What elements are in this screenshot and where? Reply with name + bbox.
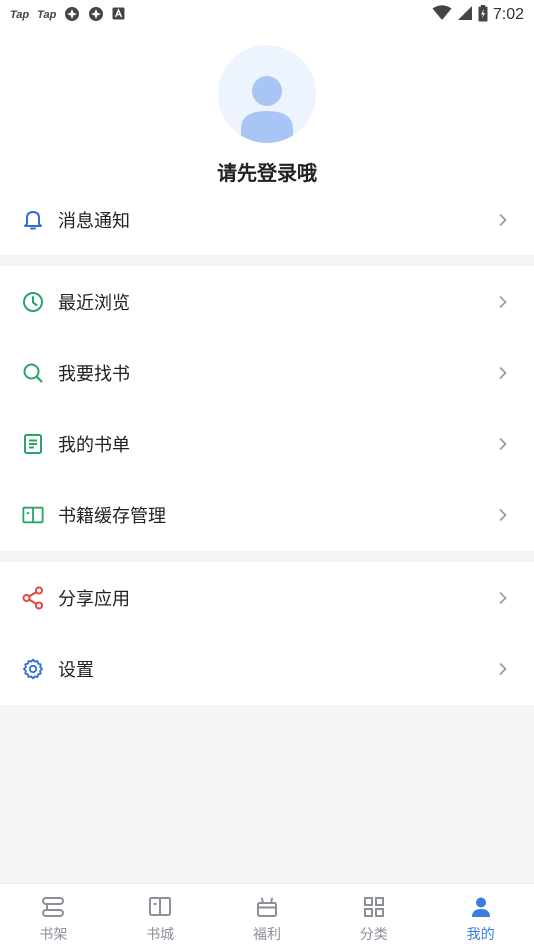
gift-icon: [254, 894, 280, 920]
avatar[interactable]: [218, 45, 316, 143]
menu-label-settings: 设置: [58, 659, 94, 681]
book-open-icon: [22, 504, 44, 526]
tab-bookshelf[interactable]: 书架: [0, 884, 107, 950]
menu-item-settings[interactable]: 设置: [0, 633, 534, 704]
tab-mine[interactable]: 我的: [427, 884, 534, 950]
tab-label: 分类: [359, 927, 388, 943]
default-avatar-icon: [241, 76, 293, 143]
status-left: Tap Tap: [10, 6, 125, 25]
bookshelf-icon: [40, 894, 66, 920]
app-a-notification-icon: [112, 7, 125, 23]
document-list-icon: [22, 433, 44, 455]
login-prompt[interactable]: 请先登录哦: [217, 157, 317, 186]
menu-item-notifications[interactable]: 消息通知: [0, 184, 534, 255]
chevron-right-icon: [499, 591, 507, 604]
book-open-icon: [147, 894, 173, 920]
profile-header: 请先登录哦: [0, 30, 534, 190]
app-notification-icon: [64, 6, 80, 25]
chevron-right-icon: [499, 662, 507, 675]
person-icon: [468, 894, 494, 920]
bottom-tab-bar: 书架 书城 福利 分类 我的: [0, 883, 534, 950]
section-divider: [0, 551, 534, 562]
menu-item-share[interactable]: 分享应用: [0, 562, 534, 633]
tab-label: 福利: [252, 927, 281, 943]
tab-label: 书架: [39, 927, 68, 943]
taptap-notification-icon: Tap: [10, 9, 30, 21]
chevron-right-icon: [499, 437, 507, 450]
search-icon: [22, 362, 44, 384]
tab-label: 我的: [466, 927, 495, 943]
chevron-right-icon: [499, 366, 507, 379]
menu-label-booklist: 我的书单: [58, 434, 130, 456]
signal-icon: [457, 5, 473, 25]
chevron-right-icon: [499, 213, 507, 226]
app-notification-icon: [88, 6, 104, 25]
tab-bookstore[interactable]: 书城: [107, 884, 214, 950]
taptap-notification-icon: Tap: [37, 9, 57, 21]
menu-label-cache: 书籍缓存管理: [58, 505, 166, 527]
menu-item-recent[interactable]: 最近浏览: [0, 266, 534, 337]
wifi-icon: [432, 5, 452, 25]
section-divider: [0, 255, 534, 266]
tab-welfare[interactable]: 福利: [214, 884, 321, 950]
chevron-right-icon: [499, 508, 507, 521]
tab-category[interactable]: 分类: [320, 884, 427, 950]
battery-icon: [478, 4, 488, 26]
clock-icon: [22, 291, 44, 313]
menu-label-notifications: 消息通知: [58, 210, 130, 232]
status-bar: Tap Tap 7:02: [0, 0, 534, 30]
menu-item-cache[interactable]: 书籍缓存管理: [0, 479, 534, 550]
chevron-right-icon: [499, 295, 507, 308]
status-right: 7:02: [432, 4, 524, 26]
tab-label: 书城: [146, 927, 175, 943]
gear-icon: [22, 658, 44, 680]
empty-background: [0, 705, 534, 883]
menu-item-booklist[interactable]: 我的书单: [0, 408, 534, 479]
status-time: 7:02: [492, 6, 524, 23]
bell-icon: [22, 209, 44, 231]
menu-label-find-book: 我要找书: [58, 363, 130, 385]
share-icon: [22, 586, 44, 609]
menu-label-share: 分享应用: [58, 588, 130, 610]
menu-item-find-book[interactable]: 我要找书: [0, 337, 534, 408]
grid-icon: [361, 894, 387, 920]
menu-label-recent: 最近浏览: [58, 292, 130, 314]
